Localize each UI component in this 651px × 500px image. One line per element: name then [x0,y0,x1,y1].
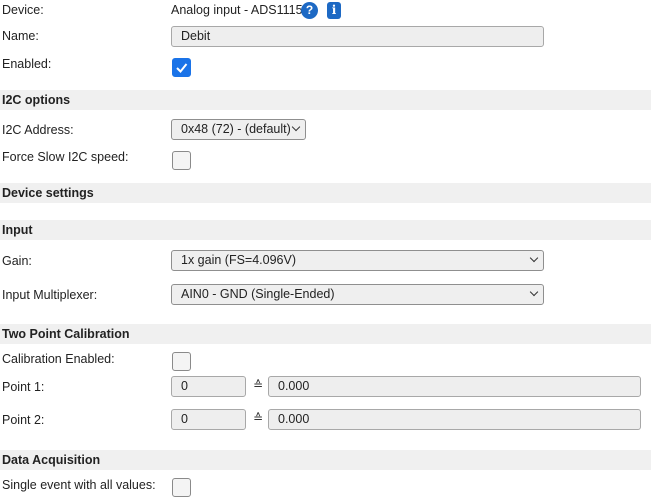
name-label: Name: [2,29,39,43]
device-value: Analog input - ADS1115 [171,3,303,17]
multiplexer-select[interactable]: AIN0 - GND (Single-Ended) [171,284,544,305]
chevron-down-icon [291,122,301,132]
section-device-settings: Device settings [0,183,651,203]
point1-value-input[interactable]: 0.000 [268,376,641,397]
point2-raw-input[interactable]: 0 [171,409,246,430]
gain-label: Gain: [2,254,32,268]
multiplexer-value: AIN0 - GND (Single-Ended) [181,287,335,301]
section-two-point-calibration: Two Point Calibration [0,324,651,344]
section-i2c-options: I2C options [0,90,651,110]
i2c-address-value: 0x48 (72) - (default) [181,122,291,136]
device-label: Device: [2,3,44,17]
force-slow-label: Force Slow I2C speed: [2,150,129,164]
name-input[interactable]: Debit [171,26,544,47]
section-input: Input [0,220,651,240]
point2-label: Point 2: [2,413,45,427]
point2-corresponds-symbol: ≙ [253,411,264,425]
point1-raw-input[interactable]: 0 [171,376,246,397]
single-event-checkbox[interactable] [172,478,191,497]
chevron-down-icon [529,287,539,297]
checkmark-icon [176,63,188,73]
question-icon[interactable]: ? [301,2,318,19]
gain-value: 1x gain (FS=4.096V) [181,253,296,267]
section-data-acquisition: Data Acquisition [0,450,651,470]
i2c-address-label: I2C Address: [2,123,74,137]
enabled-checkbox[interactable] [172,58,191,77]
point1-corresponds-symbol: ≙ [253,378,264,392]
multiplexer-label: Input Multiplexer: [2,288,98,302]
chevron-down-icon [529,253,539,263]
single-event-label: Single event with all values: [2,478,156,492]
calibration-enabled-label: Calibration Enabled: [2,352,115,366]
force-slow-checkbox[interactable] [172,151,191,170]
point1-label: Point 1: [2,380,45,394]
point2-value-input[interactable]: 0.000 [268,409,641,430]
i2c-address-select[interactable]: 0x48 (72) - (default) [171,119,306,140]
enabled-label: Enabled: [2,57,52,71]
gain-select[interactable]: 1x gain (FS=4.096V) [171,250,544,271]
info-icon[interactable]: i [327,2,341,19]
calibration-enabled-checkbox[interactable] [172,352,191,371]
